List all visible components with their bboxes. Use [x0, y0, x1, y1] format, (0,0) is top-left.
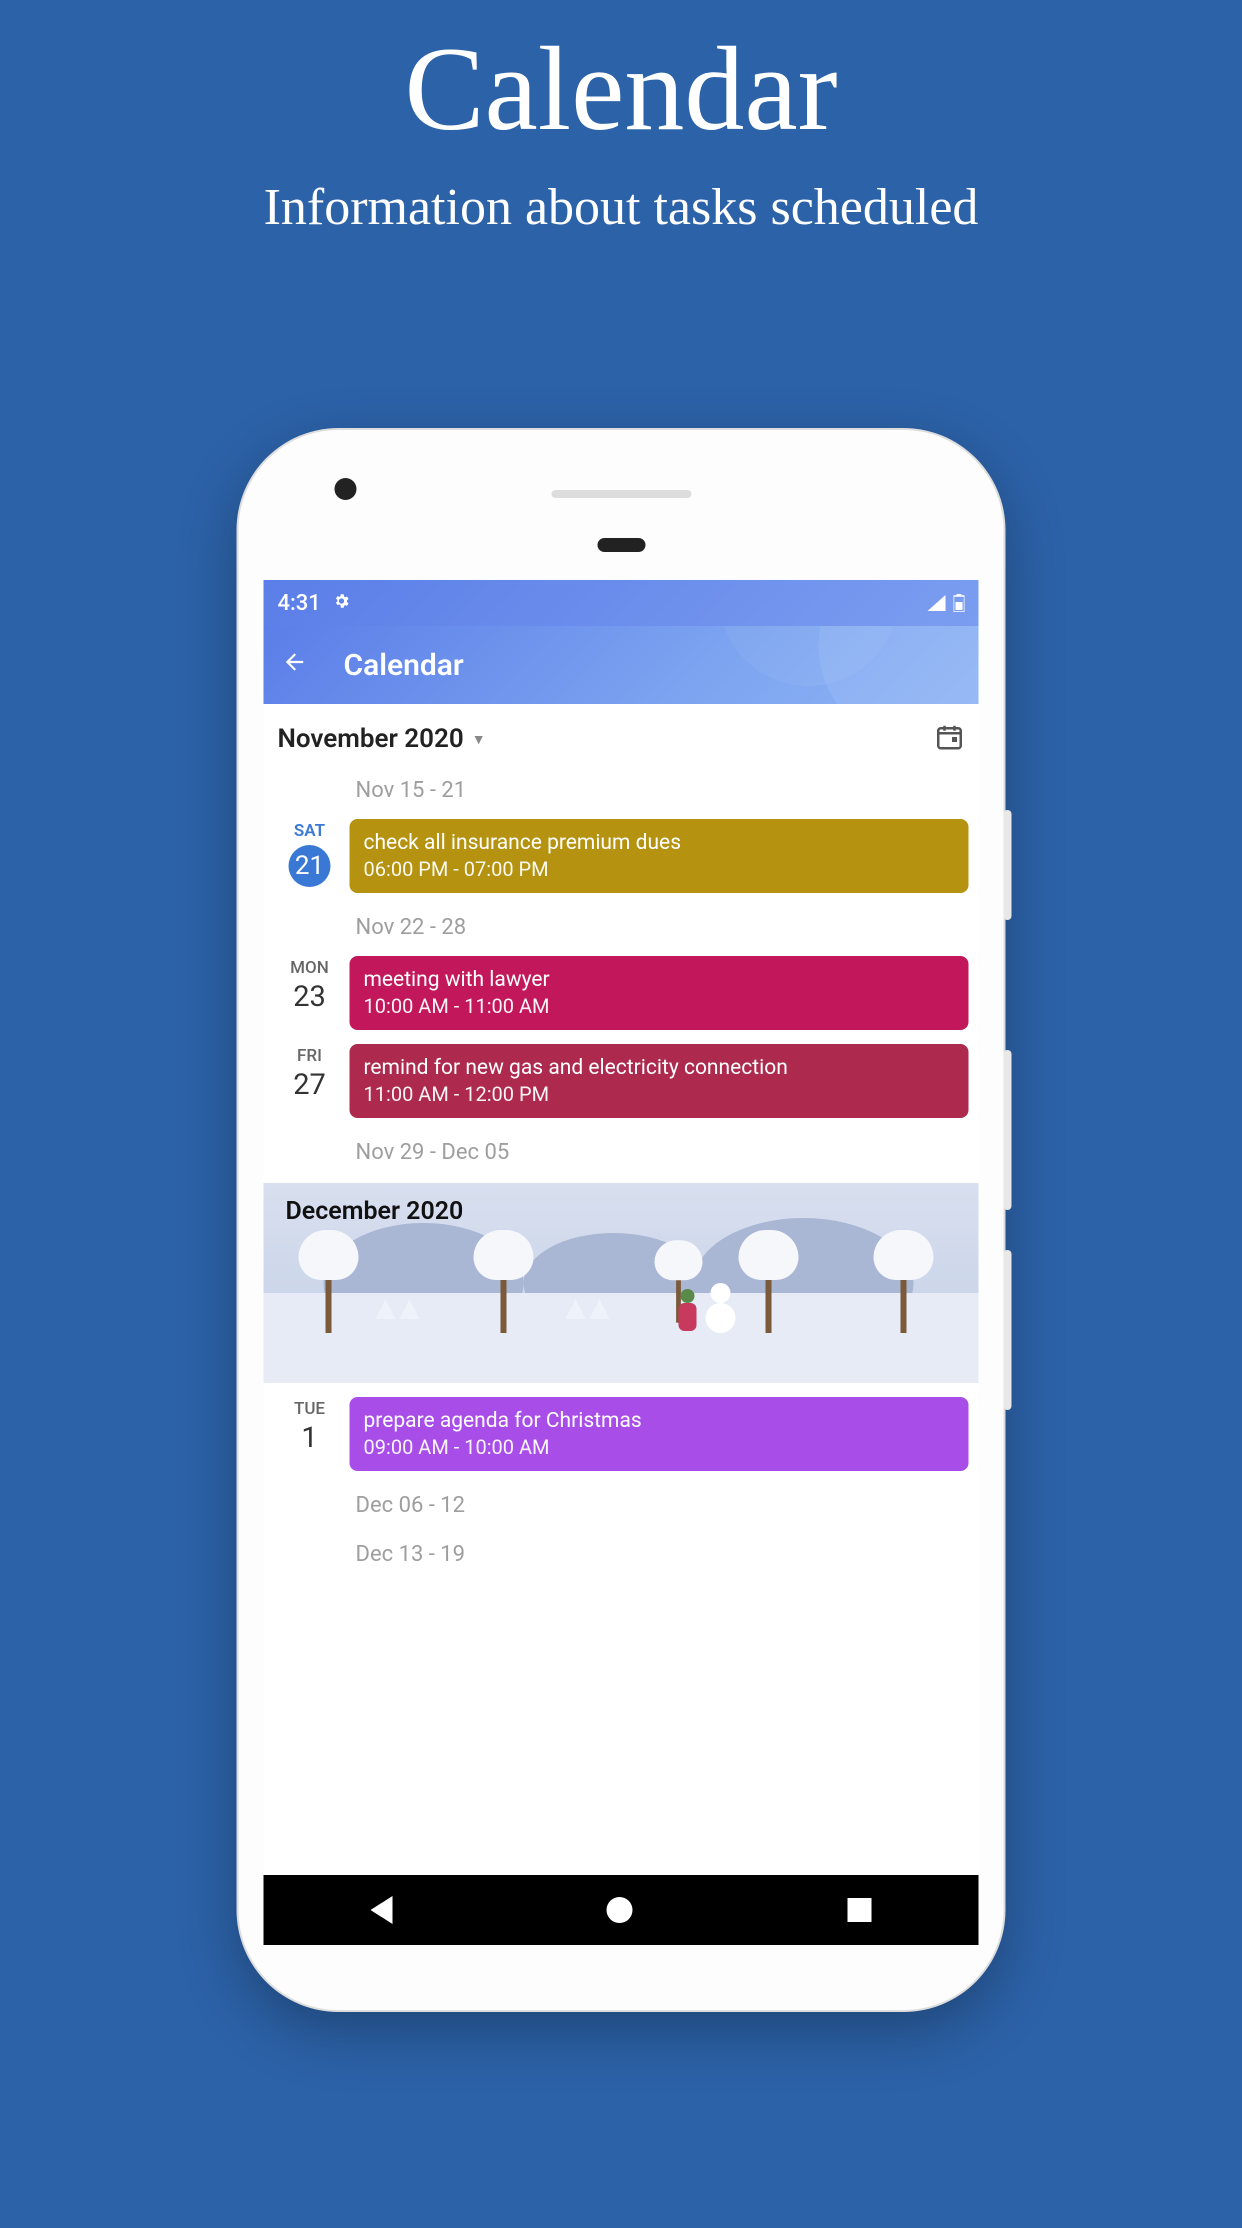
phone-frame: 4:31 Calendar November 2020 ▼ [239, 430, 1004, 2010]
phone-camera [335, 478, 357, 500]
signal-icon [928, 595, 946, 611]
event-dow: SAT [274, 821, 346, 841]
event-card[interactable]: remind for new gas and electricity conne… [350, 1044, 969, 1118]
event-row: FRI 27 remind for new gas and electricit… [264, 1040, 979, 1128]
event-day: 21 [289, 845, 331, 887]
date-column: MON 23 [274, 956, 346, 1030]
event-card[interactable]: meeting with lawyer 10:00 AM - 11:00 AM [350, 956, 969, 1030]
promo-subtitle: Information about tasks scheduled [0, 178, 1242, 237]
event-card[interactable]: check all insurance premium dues 06:00 P… [350, 819, 969, 893]
week-header: Dec 06 - 12 [264, 1481, 979, 1530]
phone-speaker [551, 490, 691, 498]
event-day: 1 [274, 1421, 346, 1455]
status-time: 4:31 [278, 591, 321, 616]
event-time: 11:00 AM - 12:00 PM [364, 1082, 955, 1106]
chevron-down-icon[interactable]: ▼ [472, 731, 486, 748]
app-bar: Calendar [264, 626, 979, 704]
date-column: TUE 1 [274, 1397, 346, 1471]
calendar-scroll-area[interactable]: November 2020 ▼ Nov 15 - 21 SAT 21 check… [264, 704, 979, 1875]
app-title: Calendar [344, 648, 464, 683]
week-header: Nov 15 - 21 [264, 766, 979, 815]
month-banner-title: December 2020 [286, 1197, 464, 1226]
tree-icon [299, 1230, 359, 1333]
event-dow: TUE [274, 1399, 346, 1419]
snowman-icon [706, 1289, 736, 1333]
event-time: 06:00 PM - 07:00 PM [364, 857, 955, 881]
mini-trees [374, 1299, 422, 1323]
event-time: 09:00 AM - 10:00 AM [364, 1435, 955, 1459]
date-column: SAT 21 [274, 819, 346, 893]
event-title: prepare agenda for Christmas [364, 1409, 955, 1433]
mini-trees [564, 1299, 612, 1323]
event-title: check all insurance premium dues [364, 831, 955, 855]
week-header: Nov 29 - Dec 05 [264, 1128, 979, 1177]
event-dow: MON [274, 958, 346, 978]
week-header: Nov 22 - 28 [264, 903, 979, 952]
event-day: 23 [274, 980, 346, 1014]
ground-shape [264, 1293, 979, 1383]
tree-icon [474, 1230, 534, 1333]
event-time: 10:00 AM - 11:00 AM [364, 994, 955, 1018]
calendar-icon[interactable] [935, 722, 965, 756]
status-bar: 4:31 [264, 580, 979, 626]
event-row: SAT 21 check all insurance premium dues … [264, 815, 979, 903]
person-icon [676, 1292, 700, 1331]
battery-icon [954, 594, 965, 612]
event-title: remind for new gas and electricity conne… [364, 1056, 955, 1080]
tree-icon [874, 1230, 934, 1333]
event-dow: FRI [274, 1046, 346, 1066]
event-card[interactable]: prepare agenda for Christmas 09:00 AM - … [350, 1397, 969, 1471]
month-header: November 2020 ▼ [264, 704, 979, 766]
promo-title: Calendar [0, 20, 1242, 158]
back-button[interactable] [282, 648, 308, 683]
week-header: Dec 13 - 19 [264, 1530, 979, 1579]
phone-side-button [1004, 1050, 1012, 1210]
event-day: 27 [274, 1068, 346, 1102]
event-row: MON 23 meeting with lawyer 10:00 AM - 11… [264, 952, 979, 1040]
phone-side-button [1004, 1250, 1012, 1410]
nav-back-button[interactable] [371, 1896, 393, 1924]
nav-home-button[interactable] [607, 1897, 633, 1923]
event-title: meeting with lawyer [364, 968, 955, 992]
phone-screen: 4:31 Calendar November 2020 ▼ [264, 580, 979, 1945]
phone-earpiece [597, 538, 645, 552]
tree-icon [739, 1230, 799, 1333]
month-banner: December 2020 [264, 1183, 979, 1383]
month-selector[interactable]: November 2020 [278, 724, 464, 754]
event-row: TUE 1 prepare agenda for Christmas 09:00… [264, 1393, 979, 1481]
android-nav-bar [264, 1875, 979, 1945]
gear-icon [333, 591, 351, 615]
nav-recent-button[interactable] [847, 1898, 871, 1922]
date-column: FRI 27 [274, 1044, 346, 1118]
phone-side-button [1004, 810, 1012, 920]
